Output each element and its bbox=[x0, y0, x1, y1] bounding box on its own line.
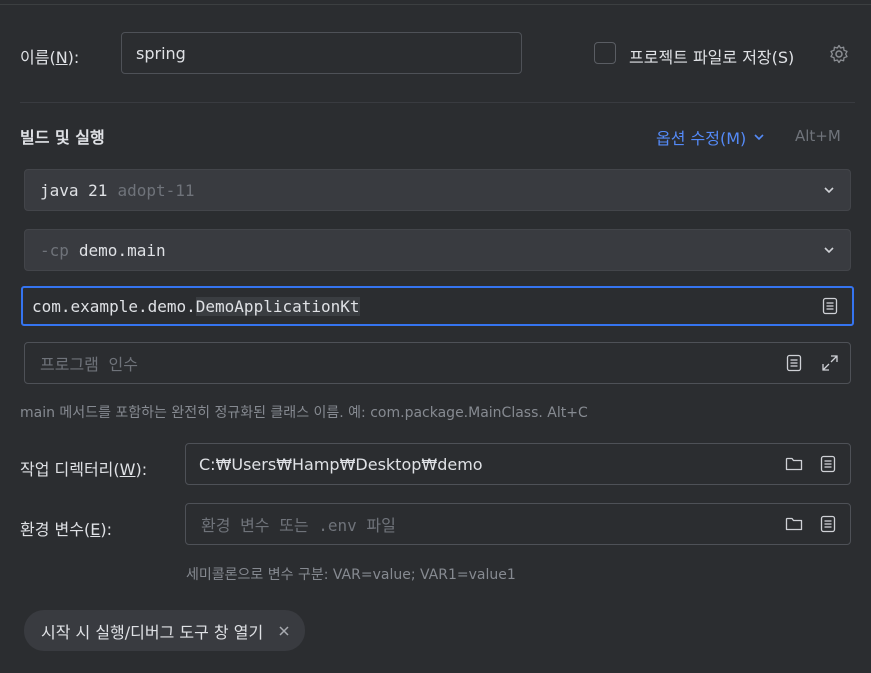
environment-variables-hint: 세미콜론으로 변수 구분: VAR=value; VAR1=value1 bbox=[186, 567, 516, 583]
main-class-hint: main 메서드를 포함하는 완전히 정규화된 클래스 이름. 예: com.p… bbox=[20, 405, 588, 421]
document-list-icon[interactable] bbox=[784, 353, 804, 373]
program-arguments-input[interactable]: 프로그램 인수 bbox=[24, 342, 851, 384]
store-as-project-file-label[interactable]: 프로젝트 파일로 저장(S) bbox=[629, 44, 794, 68]
name-label: 이름(N): bbox=[20, 48, 80, 67]
working-directory-label: 작업 디렉터리(W): bbox=[20, 460, 148, 479]
modify-options-label: 옵션 수정(M) bbox=[656, 129, 747, 148]
folder-icon[interactable] bbox=[784, 514, 804, 534]
top-divider bbox=[0, 4, 871, 5]
jdk-name: java 21 bbox=[40, 180, 108, 200]
main-class-highlight: DemoApplicationKt bbox=[195, 296, 360, 316]
working-directory-value: C:₩Users₩Hamp₩Desktop₩demo bbox=[199, 454, 483, 474]
document-list-icon[interactable] bbox=[818, 514, 838, 534]
name-input[interactable]: spring bbox=[121, 32, 522, 74]
classpath-prefix: -cp bbox=[40, 240, 69, 260]
classpath-dropdown[interactable]: -cp demo.main bbox=[24, 229, 851, 271]
expand-icon[interactable] bbox=[820, 353, 840, 373]
jdk-dropdown[interactable]: java 21 adopt-11 bbox=[24, 169, 851, 211]
section-divider bbox=[20, 102, 855, 103]
name-value: spring bbox=[136, 43, 186, 63]
document-list-icon[interactable] bbox=[818, 454, 838, 474]
program-arguments-placeholder: 프로그램 인수 bbox=[40, 355, 138, 374]
environment-variables-input[interactable]: 환경 변수 또는 .env 파일 bbox=[185, 503, 851, 545]
modify-options-shortcut: Alt+M bbox=[795, 127, 841, 145]
build-run-section-title: 빌드 및 실행 bbox=[20, 128, 105, 147]
store-as-project-file-checkbox[interactable] bbox=[594, 42, 616, 64]
environment-variables-label: 환경 변수(E): bbox=[20, 520, 112, 539]
working-directory-input[interactable]: C:₩Users₩Hamp₩Desktop₩demo bbox=[185, 443, 851, 485]
gear-icon[interactable] bbox=[828, 43, 850, 65]
close-icon[interactable] bbox=[277, 624, 291, 638]
environment-variables-placeholder: 환경 변수 또는 .env 파일 bbox=[201, 516, 396, 535]
chevron-down-icon bbox=[824, 247, 834, 254]
open-tool-window-chip[interactable]: 시작 시 실행/디버그 도구 창 열기 bbox=[24, 610, 306, 651]
document-list-icon[interactable] bbox=[820, 296, 840, 316]
open-tool-window-chip-label: 시작 시 실행/디버그 도구 창 열기 bbox=[41, 622, 264, 642]
classpath-module: demo.main bbox=[78, 240, 166, 260]
chevron-down-icon bbox=[754, 134, 764, 141]
main-class-input[interactable]: com.example.demo. DemoApplicationKt bbox=[21, 286, 854, 326]
main-class-prefix: com.example.demo. bbox=[32, 296, 196, 316]
jdk-detail: adopt-11 bbox=[117, 180, 195, 200]
chevron-down-icon bbox=[824, 187, 834, 194]
folder-icon[interactable] bbox=[784, 454, 804, 474]
modify-options-link[interactable]: 옵션 수정(M) bbox=[656, 125, 766, 149]
